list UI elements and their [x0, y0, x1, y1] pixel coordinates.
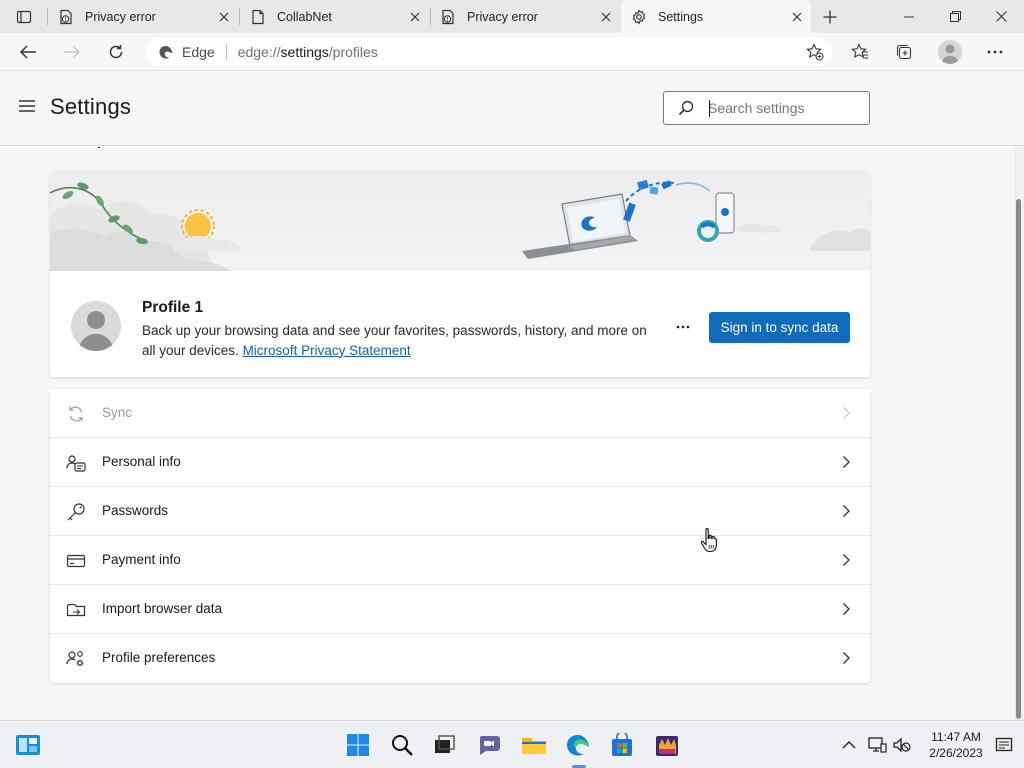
close-tab-icon[interactable] [598, 9, 614, 25]
settings-more-button[interactable] [980, 37, 1010, 67]
list-item-payment-info[interactable]: Payment info [50, 536, 870, 585]
task-view-icon[interactable] [429, 729, 461, 761]
url-host: settings [280, 44, 329, 60]
list-item-label: Sync [102, 405, 133, 420]
credit-card-icon [66, 551, 86, 571]
restore-button[interactable] [932, 0, 978, 33]
banner-illustration [50, 179, 870, 271]
warning-page-icon [58, 9, 74, 25]
tab-settings[interactable]: Settings [621, 0, 811, 33]
list-item-personal-info[interactable]: Personal info [50, 438, 870, 487]
widgets-icon[interactable] [12, 729, 44, 761]
close-tab-icon[interactable] [407, 9, 423, 25]
search-settings-field[interactable] [663, 91, 870, 125]
close-tab-icon[interactable] [216, 9, 232, 25]
profile-description: Back up your browsing data and see your … [142, 321, 652, 360]
import-icon [66, 600, 86, 620]
collections-button[interactable] [889, 37, 919, 67]
file-explorer-icon[interactable] [518, 729, 550, 761]
chevron-right-icon [840, 504, 852, 518]
chevron-right-icon [840, 455, 852, 469]
list-item-profile-preferences[interactable]: Profile preferences [50, 634, 870, 683]
people-settings-icon [66, 649, 86, 669]
notification-icon[interactable] [988, 729, 1020, 761]
warning-page-icon [440, 9, 456, 25]
menu-icon[interactable] [18, 99, 38, 115]
sync-icon [66, 404, 86, 424]
tab-privacy-error-1[interactable]: Privacy error [48, 0, 238, 33]
profile-banner [50, 171, 870, 271]
privacy-statement-link[interactable]: Microsoft Privacy Statement [243, 343, 411, 358]
url-scheme: edge:// [237, 44, 281, 60]
list-item-label: Profile preferences [102, 650, 216, 665]
list-item-label: Import browser data [102, 601, 223, 616]
windows-taskbar: 11:47 AM 2/26/2023 [0, 720, 1024, 768]
minimize-button[interactable] [886, 0, 932, 33]
add-favorite-icon[interactable] [806, 43, 824, 61]
profile-more-options-button[interactable] [670, 317, 696, 337]
address-separator [225, 44, 227, 60]
taskbar-clock[interactable]: 11:47 AM 2/26/2023 [922, 729, 990, 761]
tab-collabnet[interactable]: CollabNet [240, 0, 429, 33]
start-button[interactable] [342, 729, 374, 761]
person-card-icon [66, 453, 86, 473]
chat-icon[interactable] [473, 729, 505, 761]
key-icon [66, 502, 86, 522]
search-icon [678, 100, 694, 116]
app-icon[interactable] [651, 729, 683, 761]
tab-title: Privacy error [467, 9, 538, 24]
close-window-button[interactable] [978, 0, 1024, 33]
settings-content: Profile 1 Back up your browsing data and… [0, 147, 1014, 720]
edge-logo-icon [158, 44, 174, 60]
list-item-passwords[interactable]: Passwords [50, 487, 870, 536]
search-input[interactable] [708, 100, 858, 116]
list-item-label: Personal info [102, 454, 181, 469]
edge-browser-taskbar-icon[interactable] [562, 729, 594, 761]
taskbar-search-icon[interactable] [386, 729, 418, 761]
chevron-right-icon [840, 651, 852, 665]
profile-card: Profile 1 Back up your browsing data and… [50, 171, 870, 377]
clock-time: 11:47 AM [931, 730, 981, 744]
profile-name: Profile 1 [142, 299, 204, 316]
close-tab-icon[interactable] [789, 9, 805, 25]
chevron-right-icon [840, 553, 852, 567]
profile-avatar[interactable] [938, 40, 962, 64]
sign-in-sync-button[interactable]: Sign in to sync data [709, 312, 850, 343]
page-title: Settings [50, 94, 132, 119]
tab-strip: Privacy error CollabNet Privacy error Se… [0, 0, 1024, 33]
back-button[interactable] [13, 37, 43, 67]
list-item-label: Passwords [102, 503, 169, 518]
gear-icon [631, 8, 647, 25]
chevron-right-icon [840, 406, 852, 420]
forward-button[interactable] [57, 37, 87, 67]
address-bar[interactable]: Edge edge://settings/profiles [146, 37, 832, 67]
text-caret [709, 100, 710, 117]
browser-toolbar: Edge edge://settings/profiles [0, 33, 1024, 71]
list-item-import-browser-data[interactable]: Import browser data [50, 585, 870, 634]
tab-title: Privacy error [85, 9, 156, 24]
scrollbar-thumb[interactable] [1016, 199, 1021, 719]
profile-settings-list: Sync Personal info Passwords Payment inf… [50, 389, 870, 683]
vertical-scrollbar[interactable] [1014, 147, 1024, 720]
tab-title: Settings [658, 9, 704, 24]
microsoft-store-icon[interactable] [606, 729, 638, 761]
settings-header: Settings [0, 72, 1024, 146]
page-icon [250, 9, 266, 25]
site-label: Edge [182, 44, 215, 60]
refresh-button[interactable] [101, 37, 131, 67]
clock-date: 2/26/2023 [929, 746, 983, 760]
chevron-right-icon [840, 602, 852, 616]
url-path: /profiles [328, 44, 378, 60]
list-item-label: Payment info [102, 552, 181, 567]
favorites-button[interactable] [845, 37, 875, 67]
volume-muted-icon[interactable] [886, 729, 918, 761]
hand-cursor-icon [700, 528, 717, 553]
scrolled-heading-fragment [98, 147, 100, 148]
tab-actions-icon[interactable] [8, 6, 40, 28]
tab-title: CollabNet [277, 9, 332, 24]
new-tab-button[interactable] [819, 6, 841, 28]
tab-privacy-error-2[interactable]: Privacy error [430, 0, 620, 33]
profile-avatar-large [71, 301, 121, 351]
list-item-sync[interactable]: Sync [50, 389, 870, 438]
